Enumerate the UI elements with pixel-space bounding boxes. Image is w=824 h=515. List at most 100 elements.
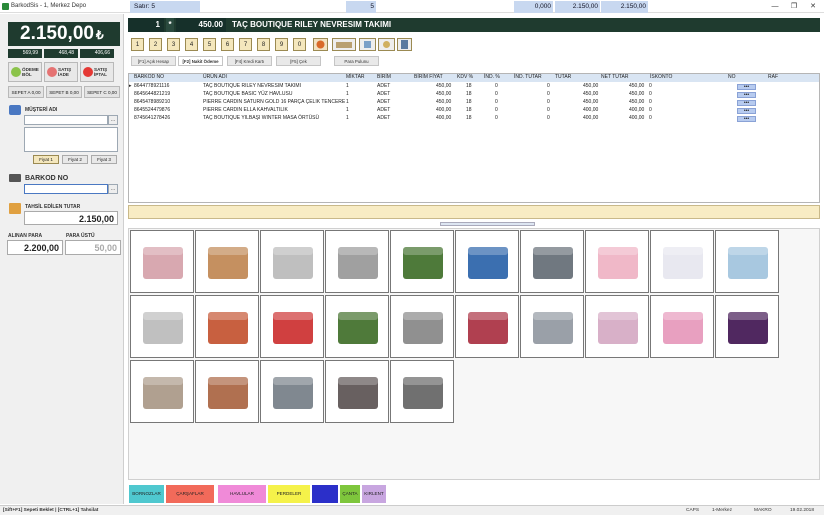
product-tile[interactable] — [715, 230, 779, 293]
product-tile[interactable] — [195, 295, 259, 358]
table-row[interactable]: 8645644821219 TAÇ BOUTIQUE BASIC YÜZ HAV… — [129, 91, 819, 99]
fiyat-2-button[interactable]: Fiyat 2 — [62, 155, 88, 164]
numkey-3[interactable]: 3 — [167, 38, 180, 51]
col-iskonto[interactable]: İSKONTO — [650, 74, 673, 82]
row-details-button[interactable]: ••• — [737, 116, 756, 122]
alinan-input[interactable]: 2.200,00 — [7, 240, 63, 255]
product-tile[interactable] — [325, 230, 389, 293]
numkey-4[interactable]: 4 — [185, 38, 198, 51]
tab-nakit-odeme[interactable]: [F2] Nakit Ödeme — [178, 56, 223, 66]
category-bornozlar[interactable]: BORNOZLAR — [129, 485, 164, 503]
cell-miktar: 1 — [346, 83, 349, 89]
col-no[interactable]: NO — [728, 74, 736, 82]
col-ind[interactable]: İND. % — [484, 74, 500, 82]
category-canta[interactable]: ÇANTA — [340, 485, 360, 503]
table-row[interactable]: 8745641278426 TAÇ BOUTIQUE YILBAŞI WINTE… — [129, 115, 819, 123]
splitter-handle[interactable] — [440, 222, 535, 226]
product-tile[interactable] — [715, 295, 779, 358]
tab-para-pulunu[interactable]: Para Pulunu — [334, 56, 379, 66]
col-miktar[interactable]: MİKTAR — [346, 74, 365, 82]
musteri-info-area[interactable] — [24, 127, 118, 152]
col-kdv[interactable]: KDV % — [457, 74, 474, 82]
numkey-6[interactable]: 6 — [221, 38, 234, 51]
product-tile[interactable] — [650, 230, 714, 293]
product-tile[interactable] — [585, 295, 649, 358]
category-havlular[interactable]: HAVLULAR — [218, 485, 266, 503]
row-details-button[interactable]: ••• — [737, 100, 756, 106]
close-button[interactable]: ✕ — [805, 2, 821, 11]
price-field[interactable]: 450.00 — [176, 18, 226, 32]
col-barkod[interactable]: BARKOD NO — [134, 74, 165, 82]
product-tile[interactable] — [195, 230, 259, 293]
table-row[interactable]: ▸ 8644778921116 TAÇ BOUTIQUE RILEY NEVRE… — [129, 83, 819, 91]
qty-field[interactable]: 1 — [128, 18, 164, 32]
satis-iade-button[interactable]: SATIŞ İADE — [44, 62, 78, 82]
fiyat-3-button[interactable]: Fiyat 3 — [91, 155, 117, 164]
cash-register-icon[interactable] — [332, 38, 356, 51]
col-birim[interactable]: BİRİM — [377, 74, 391, 82]
musteri-input[interactable] — [24, 115, 108, 125]
product-tile[interactable] — [650, 295, 714, 358]
numkey-2[interactable]: 2 — [149, 38, 162, 51]
col-tutar[interactable]: TUTAR — [555, 74, 572, 82]
product-tile[interactable] — [195, 360, 259, 423]
edit-icon[interactable] — [359, 38, 376, 51]
numkey-9[interactable]: 9 — [275, 38, 288, 51]
sepet-b-button[interactable]: SEPET B 0,00 — [46, 86, 82, 98]
satis-iptal-button[interactable]: SATIŞ İPTAL — [80, 62, 114, 82]
tab-acik-hesap[interactable]: [F1] Açık Hesap — [131, 56, 176, 66]
sepet-a-button[interactable]: SEPET A 0,00 — [8, 86, 44, 98]
row-details-button[interactable]: ••• — [737, 108, 756, 114]
delete-icon[interactable] — [313, 38, 328, 51]
product-tile[interactable] — [325, 360, 389, 423]
col-raf[interactable]: RAF — [768, 74, 778, 82]
product-tile[interactable] — [455, 295, 519, 358]
tab-kredi-karti[interactable]: [F4] Kredi Kartı — [227, 56, 272, 66]
category-carsaflar[interactable]: ÇARŞAFLAR — [166, 485, 214, 503]
numkey-0[interactable]: 0 — [293, 38, 306, 51]
musteri-search-button[interactable]: … — [108, 115, 118, 125]
col-urun[interactable]: ÜRÜN ADI — [203, 74, 227, 82]
minimize-button[interactable]: — — [767, 2, 783, 11]
category-kirlent[interactable]: KIRLENT — [362, 485, 386, 503]
product-tile[interactable] — [585, 230, 649, 293]
tahsil-value: 2.150,00 — [24, 211, 118, 225]
barkod-search-button[interactable]: … — [108, 184, 118, 194]
product-tile[interactable] — [520, 230, 584, 293]
product-tile[interactable] — [130, 360, 194, 423]
product-tile[interactable] — [260, 230, 324, 293]
barkod-input[interactable] — [24, 184, 108, 194]
col-birim-fiyat[interactable]: BİRİM FİYAT — [414, 74, 443, 82]
product-tile[interactable] — [520, 295, 584, 358]
product-tile[interactable] — [130, 230, 194, 293]
odeme-bol-button[interactable]: ÖDEME BÖL — [8, 62, 42, 82]
category-unnamed[interactable] — [312, 485, 338, 503]
numkey-8[interactable]: 8 — [257, 38, 270, 51]
product-tile[interactable] — [390, 360, 454, 423]
cell-ind: 0 — [495, 91, 498, 97]
category-perdeler[interactable]: PERDELER — [268, 485, 310, 503]
table-row[interactable]: 8645478989210 PIERRE CARDIN SATURN GOLD … — [129, 99, 819, 107]
numkey-7[interactable]: 7 — [239, 38, 252, 51]
col-net-tutar[interactable]: NET TUTAR — [601, 74, 629, 82]
row-details-button[interactable]: ••• — [737, 92, 756, 98]
row-details-button[interactable]: ••• — [737, 84, 756, 90]
tab-cek[interactable]: [F5] Çek — [276, 56, 321, 66]
product-tile[interactable] — [455, 230, 519, 293]
sepet-c-button[interactable]: SEPET C 0,00 — [84, 86, 120, 98]
col-ind-tutar[interactable]: İND. TUTAR — [514, 74, 542, 82]
date-indicator: 19.02.2018 — [790, 508, 815, 513]
maximize-button[interactable]: ❐ — [786, 2, 802, 11]
product-tile[interactable] — [260, 295, 324, 358]
product-tile[interactable] — [260, 360, 324, 423]
product-tile[interactable] — [325, 295, 389, 358]
fiyat-1-button[interactable]: Fiyat 1 — [33, 155, 59, 164]
product-tile[interactable] — [390, 295, 454, 358]
numkey-5[interactable]: 5 — [203, 38, 216, 51]
calculator-icon[interactable] — [397, 38, 412, 51]
table-row[interactable]: 8645524479876 PIERRE CARDIN ELLA KAHVALT… — [129, 107, 819, 115]
product-tile[interactable] — [130, 295, 194, 358]
product-tile[interactable] — [390, 230, 454, 293]
numkey-1[interactable]: 1 — [131, 38, 144, 51]
tools-icon[interactable] — [378, 38, 395, 51]
